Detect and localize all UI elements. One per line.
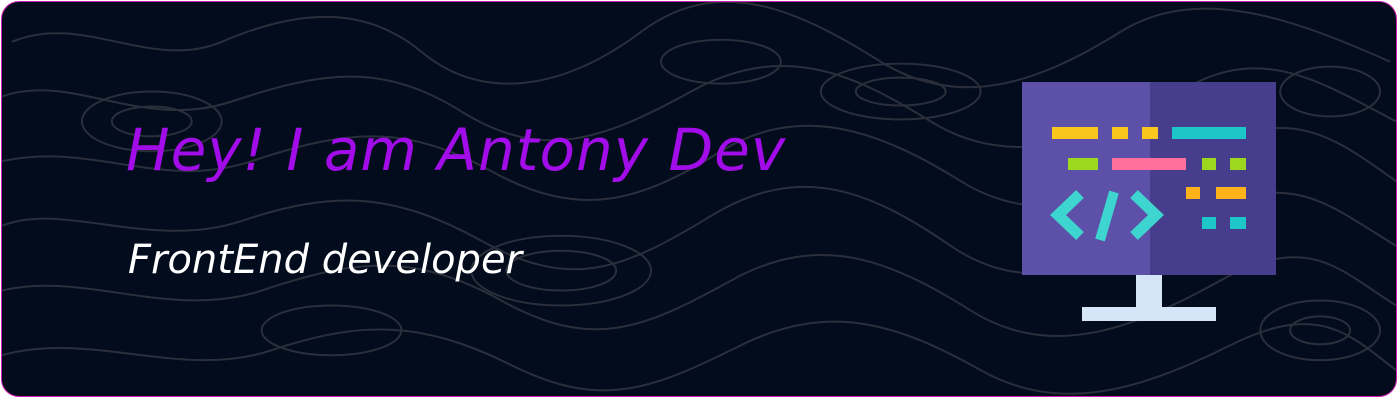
greeting-title: Hey! I am Antony Dev <box>126 116 787 184</box>
profile-banner: Hey! I am Antony Dev FrontEnd developer <box>1 1 1397 397</box>
role-subtitle: FrontEnd developer <box>128 237 523 283</box>
code-monitor-icon <box>1022 82 1276 321</box>
